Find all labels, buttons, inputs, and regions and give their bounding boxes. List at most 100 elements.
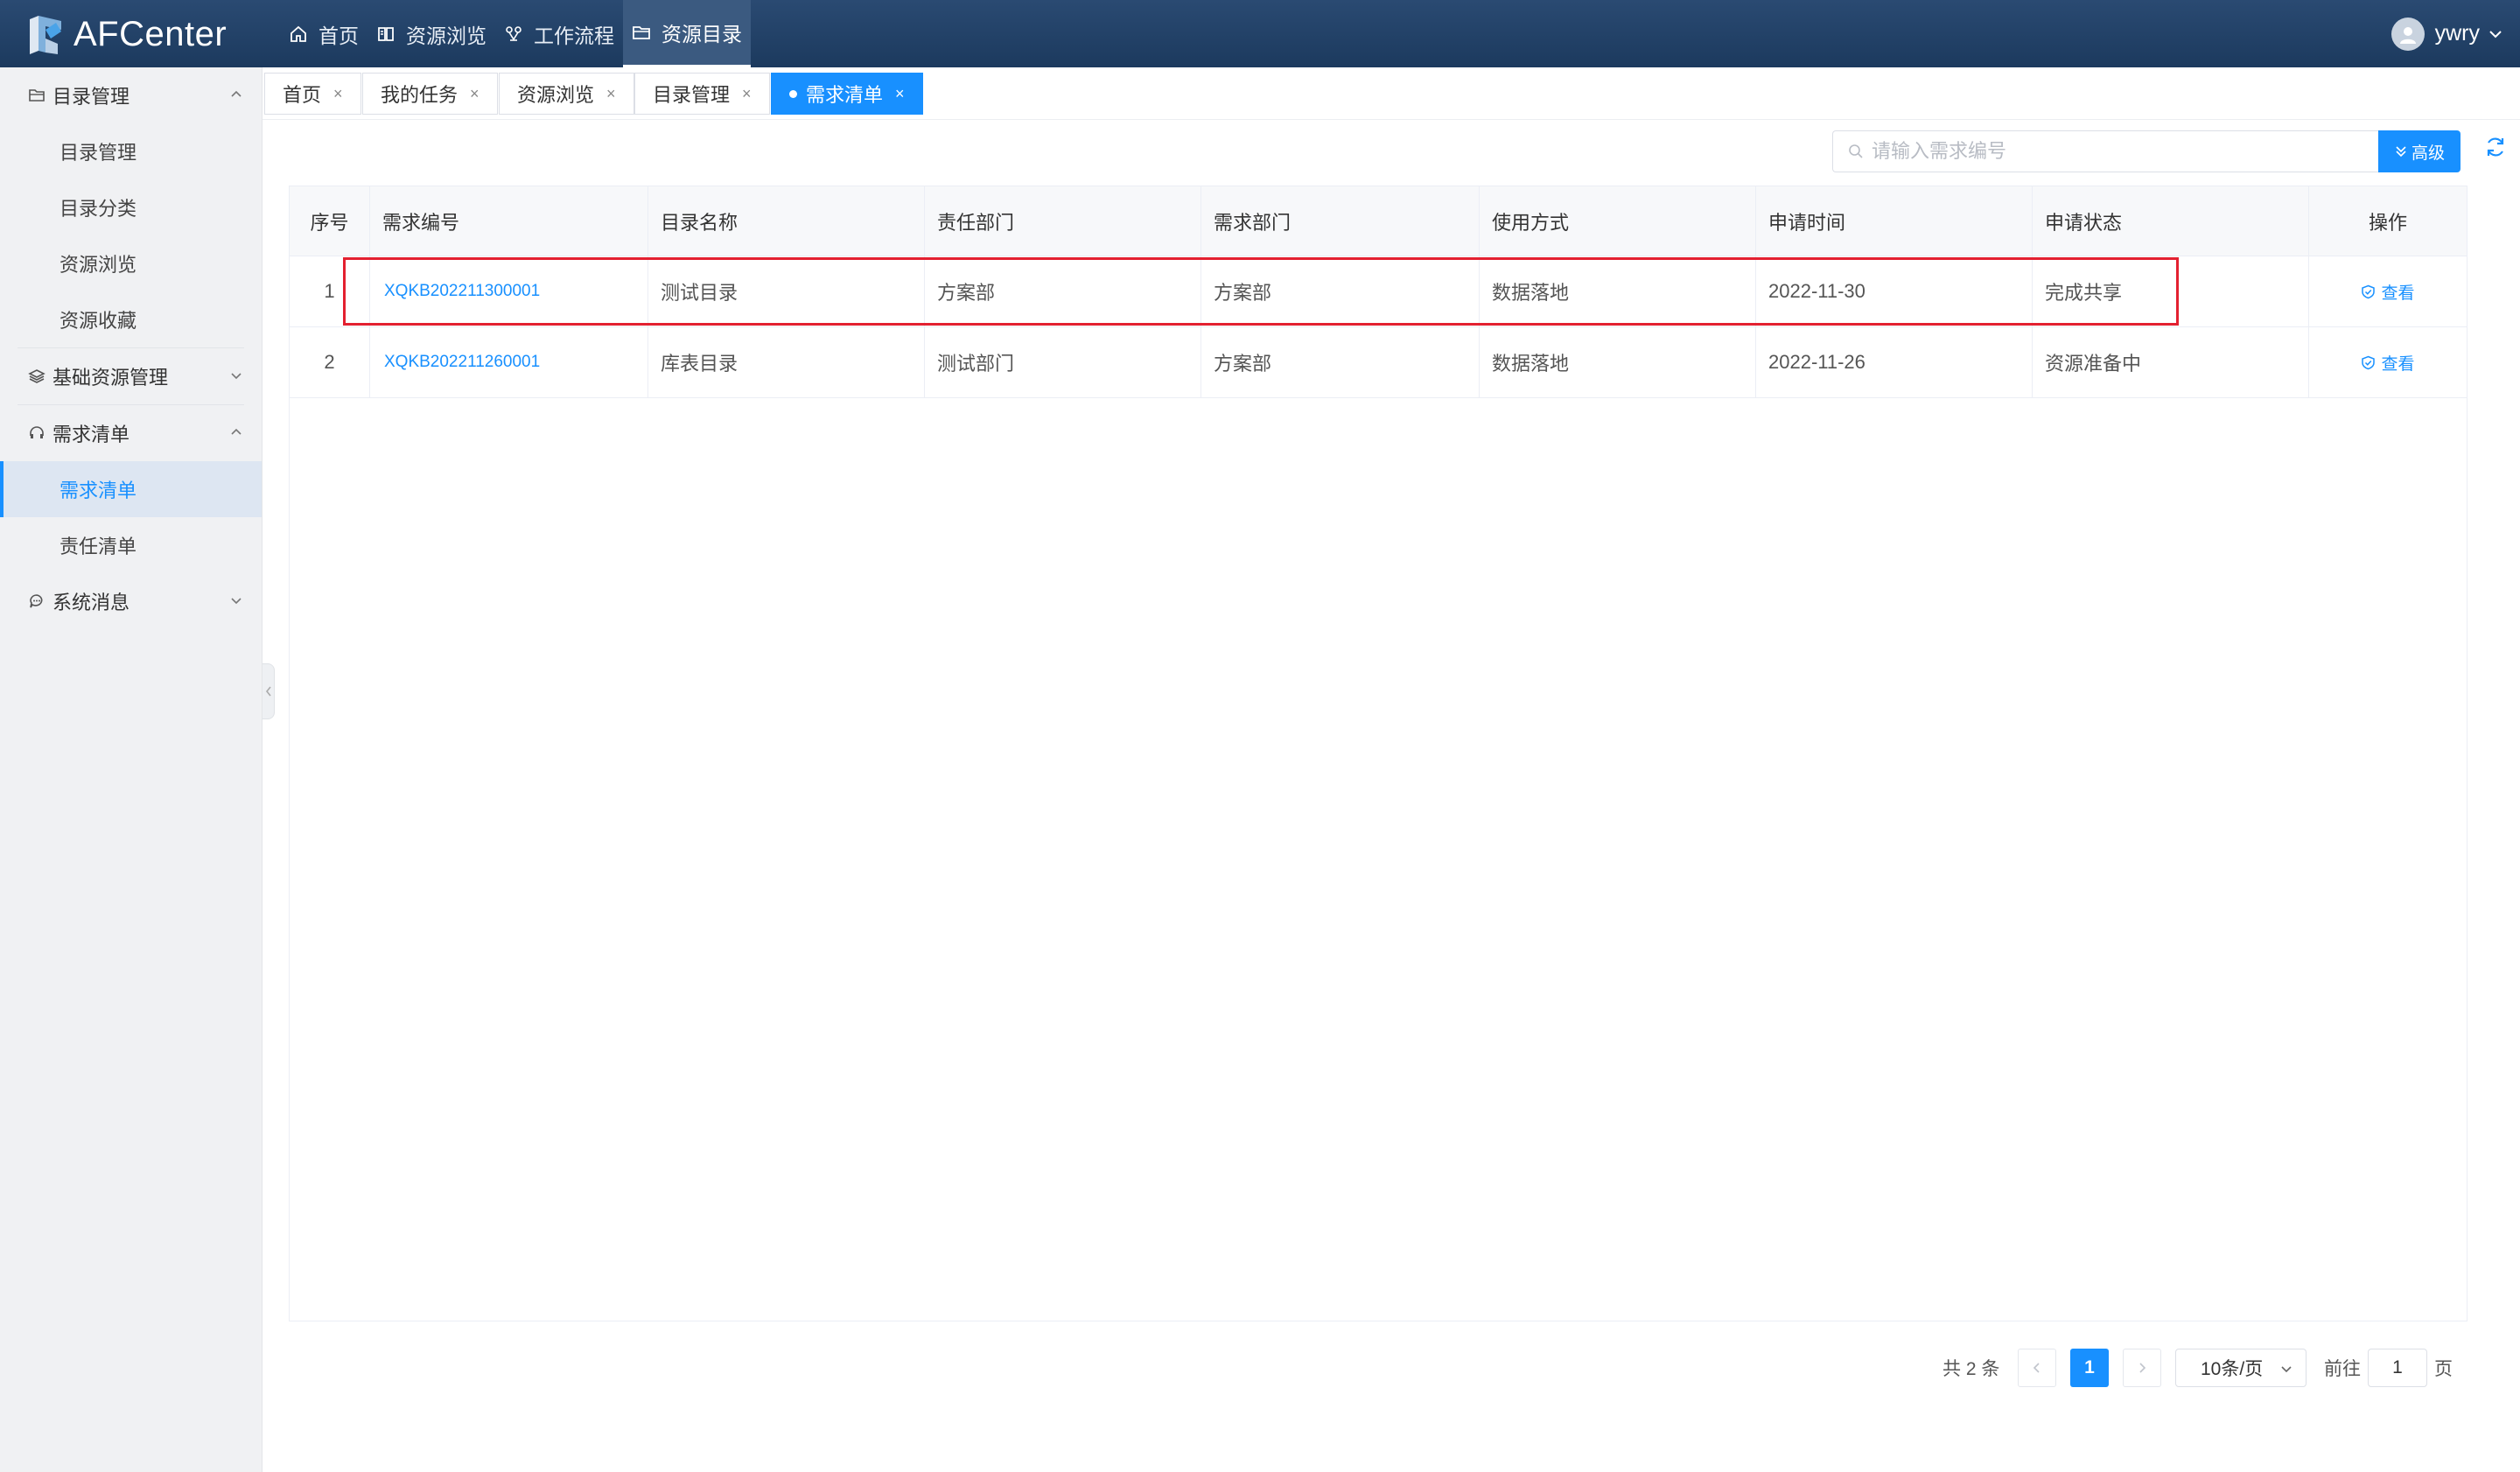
table-header: 序号 需求编号 目录名称 责任部门 需求部门 使用方式 申请时间 申请状态 操作 (290, 186, 2467, 256)
tab-requirements-list[interactable]: 需求清单 × (771, 73, 923, 115)
column-header: 需求部门 (1201, 186, 1480, 256)
goto-page-input[interactable] (2368, 1349, 2427, 1387)
requirement-number-link[interactable]: XQKB202211300001 (370, 256, 648, 326)
goto-prefix: 前往 (2324, 1359, 2361, 1379)
headset-icon (30, 426, 44, 438)
avatar (2390, 17, 2425, 51)
home-icon (290, 25, 306, 42)
chevron-left-icon (2033, 1363, 2040, 1373)
chevron-up-icon (231, 90, 242, 97)
tab-my-tasks[interactable]: 我的任务 × (362, 73, 498, 115)
topnav-label: 资源目录 (662, 23, 742, 46)
sidebar-group-requirements[interactable]: 需求清单 (0, 405, 262, 461)
user-icon (2399, 26, 2416, 44)
responsible-department: 测试部门 (925, 327, 1201, 397)
app-logo[interactable]: AFCenter (26, 11, 227, 58)
topnav-resource-catalog[interactable]: 资源目录 (623, 0, 751, 67)
topnav-label: 首页 (318, 24, 359, 47)
chat-icon (30, 594, 43, 608)
search-box (1832, 130, 2378, 172)
column-header: 操作 (2368, 212, 2407, 234)
folder-icon (633, 26, 650, 39)
sidebar-group-system-messages[interactable]: 系统消息 (0, 573, 262, 629)
page-size-select[interactable]: 10条/页 (2175, 1349, 2306, 1387)
sidebar-item-catalog-management[interactable]: 目录管理 (0, 123, 262, 179)
sidebar-group-catalog-management[interactable]: 目录管理 (0, 67, 262, 123)
tabs-bar: 首页 × 我的任务 × 资源浏览 × 目录管理 × 需求清单 × (262, 67, 2520, 120)
column-header: 责任部门 (925, 186, 1201, 256)
view-button[interactable]: 查看 (2361, 280, 2415, 304)
refresh-icon[interactable] (2483, 135, 2508, 159)
sidebar-item-catalog-classification[interactable]: 目录分类 (0, 179, 262, 235)
status-text: 完成共享 (2033, 256, 2309, 326)
chevron-up-icon (231, 428, 242, 435)
view-button[interactable]: 查看 (2361, 351, 2415, 375)
goto-suffix: 页 (2434, 1359, 2453, 1379)
shield-check-icon (2362, 355, 2376, 369)
top-navigation: 首页 资源浏览 工作流程 资源目录 (280, 0, 751, 67)
tab-label: 首页 (283, 84, 322, 106)
search-input[interactable] (1872, 140, 2362, 163)
top-header: AFCenter 首页 资源浏览 工作流程 资源目录 ywry (0, 0, 2520, 67)
sidebar-group-base-resource[interactable]: 基础资源管理 (0, 348, 262, 404)
prev-page-button[interactable] (2018, 1349, 2056, 1387)
column-header: 使用方式 (1480, 186, 1756, 256)
row-actions: 查看 (2309, 327, 2467, 397)
sidebar-item-resource-favorites[interactable]: 资源收藏 (0, 291, 262, 347)
responsible-department: 方案部 (925, 256, 1201, 326)
close-icon[interactable]: × (606, 85, 616, 103)
requesting-department: 方案部 (1201, 327, 1480, 397)
advanced-search-button[interactable]: 高级 (2378, 130, 2460, 172)
view-label: 查看 (2381, 354, 2415, 374)
column-header: 申请状态 (2033, 186, 2309, 256)
usage-method: 数据落地 (1480, 256, 1756, 326)
sidebar-collapse-handle[interactable] (262, 663, 275, 719)
page-number-current[interactable]: 1 (2070, 1349, 2109, 1387)
pagination-total: 共 2 条 (1942, 1359, 2000, 1379)
topnav-home[interactable]: 首页 (280, 0, 368, 67)
afcenter-logo-icon (30, 16, 61, 54)
chevron-down-icon (2489, 30, 2502, 38)
topnav-resource-browse[interactable]: 资源浏览 (368, 0, 495, 67)
tab-resource-browse[interactable]: 资源浏览 × (499, 73, 634, 115)
tab-label: 我的任务 (381, 84, 458, 106)
close-icon[interactable]: × (470, 85, 480, 103)
close-icon[interactable]: × (742, 85, 752, 103)
advanced-search-label: 高级 (2411, 144, 2445, 163)
view-label: 查看 (2381, 284, 2415, 303)
requirement-number-link[interactable]: XQKB202211260001 (370, 327, 648, 397)
book-icon (378, 26, 394, 41)
next-page-button[interactable] (2123, 1349, 2161, 1387)
topnav-label: 资源浏览 (406, 24, 486, 47)
app-name: AFCenter (74, 14, 228, 53)
catalog-name: 测试目录 (648, 256, 925, 326)
workflow-icon (506, 25, 522, 41)
application-date: 2022-11-30 (1756, 256, 2033, 326)
chevron-down-icon (2281, 1366, 2292, 1373)
close-icon[interactable]: × (895, 85, 905, 103)
sidebar-item-requirements-list[interactable]: 需求清单 (0, 461, 262, 517)
sidebar: 目录管理 目录管理 目录分类 资源浏览 资源收藏 基础资源管理 需求清单 需求清… (0, 67, 262, 1472)
requirements-table: 序号 需求编号 目录名称 责任部门 需求部门 使用方式 申请时间 申请状态 操作… (289, 186, 2468, 1321)
tab-home[interactable]: 首页 × (264, 73, 361, 115)
shield-check-icon (2362, 284, 2376, 298)
row-actions: 查看 (2309, 256, 2467, 326)
chevron-down-icon (231, 598, 242, 605)
sidebar-group-label: 系统消息 (52, 592, 130, 613)
sidebar-item-responsibility-list[interactable]: 责任清单 (0, 517, 262, 573)
column-header: 序号 (290, 186, 370, 256)
topnav-workflow[interactable]: 工作流程 (495, 0, 623, 67)
tab-label: 目录管理 (653, 84, 731, 106)
table-row: 2 XQKB202211260001 库表目录 测试部门 方案部 数据落地 20… (290, 327, 2467, 398)
sidebar-group-label: 需求清单 (52, 424, 130, 445)
catalog-name: 库表目录 (648, 327, 925, 397)
chevron-right-icon (2139, 1363, 2146, 1373)
column-header: 目录名称 (648, 186, 925, 256)
user-menu[interactable]: ywry (2390, 0, 2504, 67)
tab-catalog-management[interactable]: 目录管理 × (634, 73, 770, 115)
table-row: 1 XQKB202211300001 测试目录 方案部 方案部 数据落地 202… (290, 256, 2467, 327)
sidebar-item-resource-browse[interactable]: 资源浏览 (0, 235, 262, 291)
close-icon[interactable]: × (333, 85, 343, 103)
topnav-label: 工作流程 (534, 24, 614, 47)
active-dot-icon (789, 89, 797, 98)
